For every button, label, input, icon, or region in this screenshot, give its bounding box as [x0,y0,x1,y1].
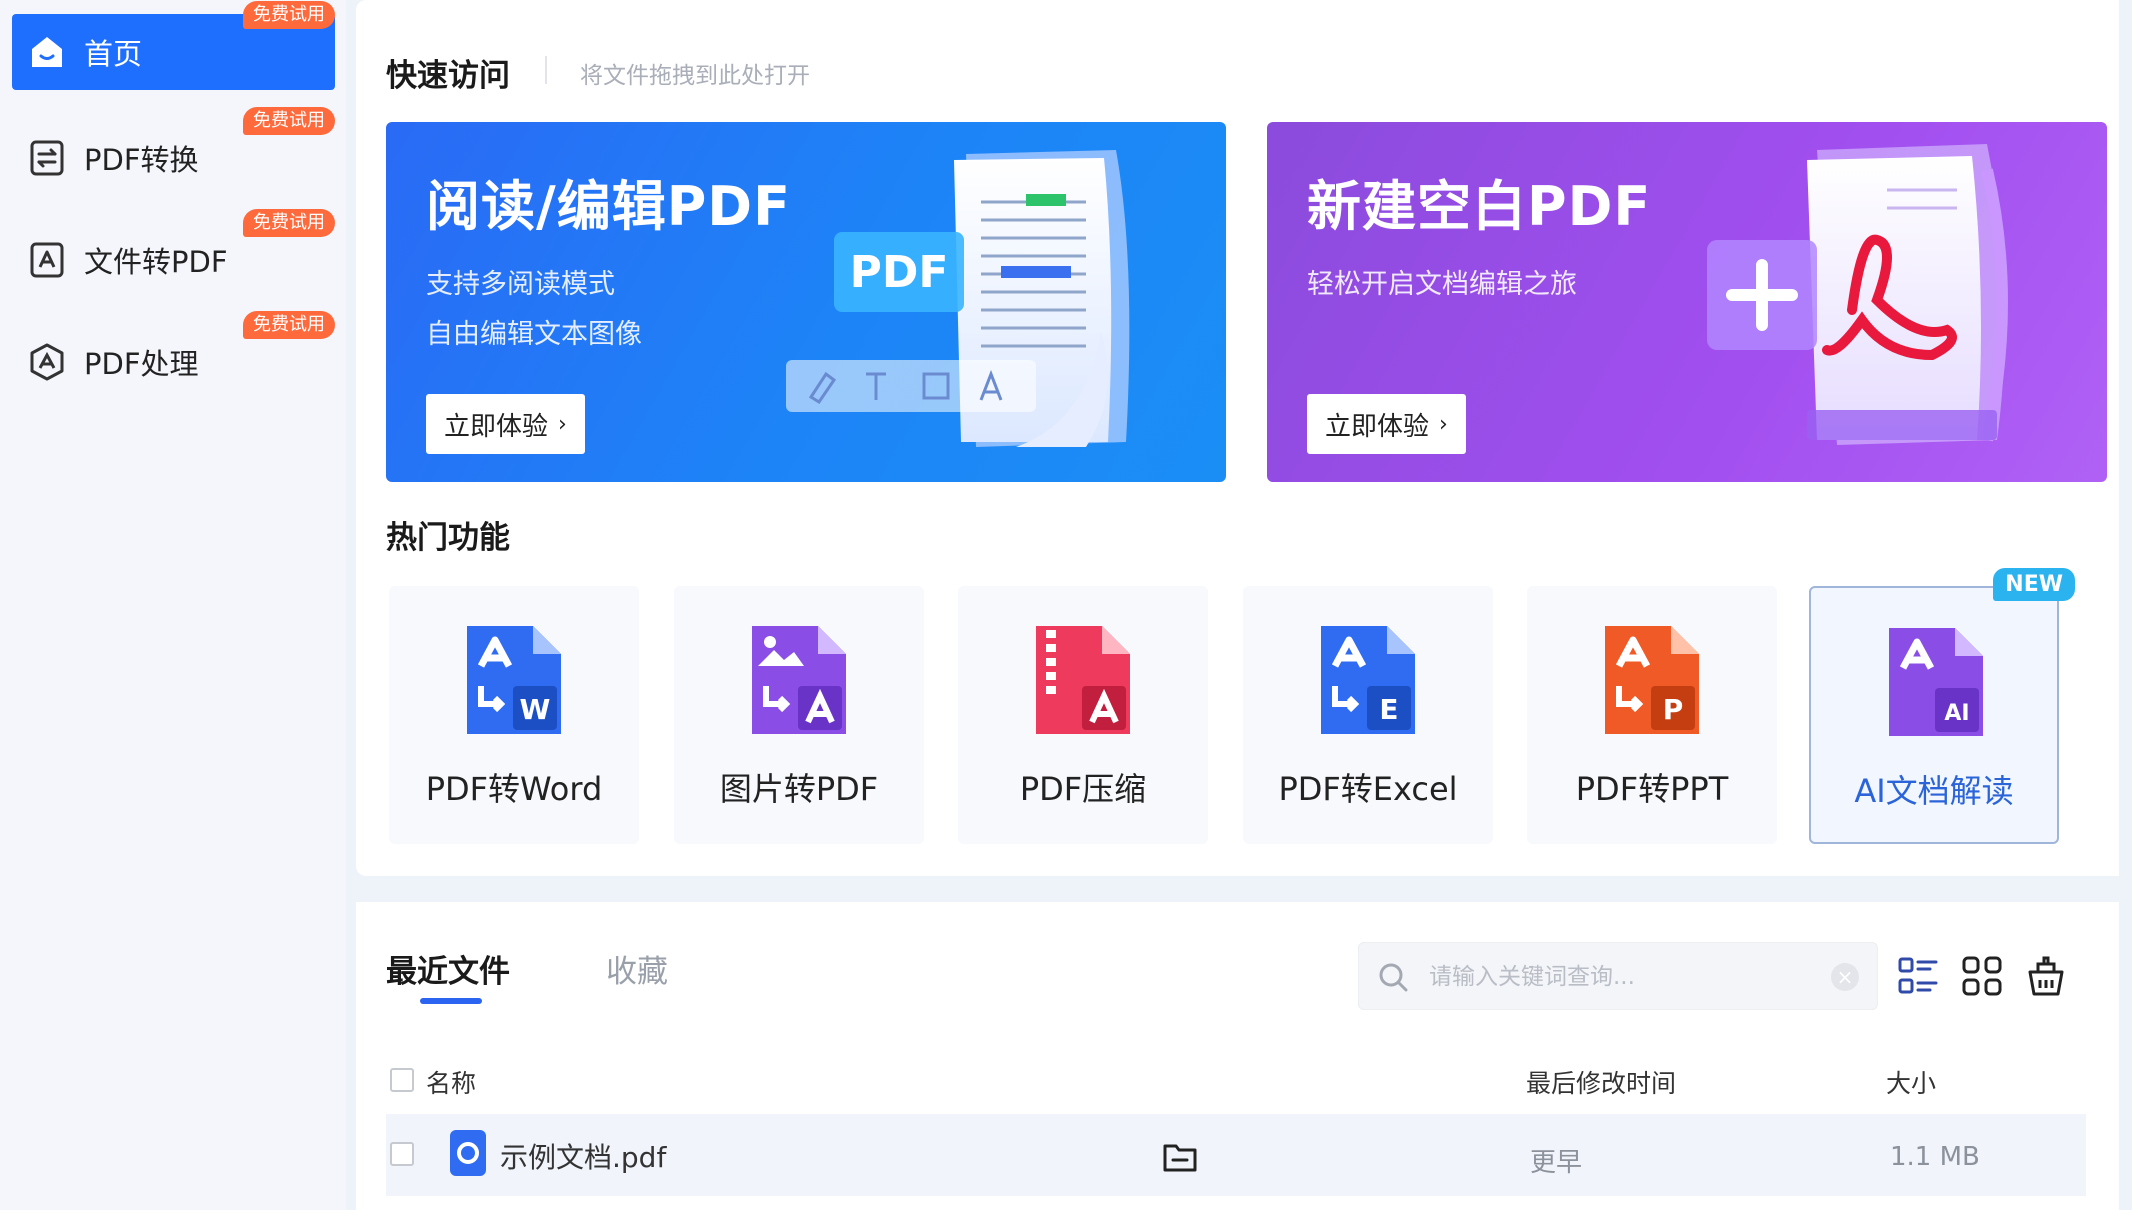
button-label: 立即体验 [1325,411,1430,442]
drop-hint: 将文件拖拽到此处打开 [580,63,810,89]
tile-icon-letter: W [520,693,551,726]
pdf-to-word-icon: W [467,626,561,734]
new-document-illustration [1707,144,2008,445]
chevron-right-icon: › [558,411,567,437]
tile-ai-doc[interactable]: NEW AI AI文档解读 [1809,568,2075,844]
column-header-size[interactable]: 大小 [1886,1064,1936,1100]
document-illustration: PDF [786,150,1130,447]
banner-subtitle: 轻松开启文档编辑之旅 [1307,269,1577,300]
title-divider [545,56,547,84]
search-icon [1379,963,1408,992]
tile-pdf-to-ppt[interactable]: P PDF转PPT [1527,586,1777,844]
tile-icon-letter: AI [1944,701,1969,726]
image-to-pdf-icon [752,626,846,734]
tile-pdf-to-word[interactable]: W PDF转Word [389,586,639,844]
list-view-icon[interactable] [1896,954,1940,998]
sidebar-item-label: 首页 [84,37,143,71]
pdf-to-excel-icon: E [1321,626,1415,734]
file-name[interactable]: 示例文档.pdf [500,1136,666,1176]
chevron-right-icon: › [1439,411,1448,437]
free-trial-badge: 免费试用 [243,1,335,29]
file-to-pdf-icon [24,237,70,283]
search-input[interactable] [1429,959,1789,995]
banner-subtitle: 自由编辑文本图像 [426,319,642,350]
sidebar: 首页 免费试用 PDF转换 免费试用 文件转PDF 免费试用 PDF处理 免费试… [0,0,346,1210]
sidebar-item-home[interactable]: 首页 免费试用 [12,1,335,90]
column-header-name[interactable]: 名称 [426,1064,476,1100]
file-size: 1.1 MB [1890,1142,1980,1172]
free-trial-badge: 免费试用 [243,311,335,339]
banner-title: 新建空白PDF [1307,175,1652,238]
convert-doc-icon [24,135,70,181]
new-blank-pdf-banner[interactable]: 新建空白PDF 轻松开启文档编辑之旅 立即体验 › [1267,122,2107,482]
free-trial-badge: 免费试用 [243,107,335,135]
sidebar-item-pdf-process[interactable]: PDF处理 免费试用 [12,311,335,400]
try-now-button[interactable]: 立即体验 › [426,394,585,454]
tile-pdf-compress[interactable]: PDF压缩 [958,586,1208,844]
pdf-to-ppt-icon: P [1605,626,1699,734]
clear-history-icon[interactable] [2024,954,2068,998]
row-checkbox[interactable] [390,1142,414,1166]
sidebar-item-label: PDF处理 [84,347,199,381]
tab-favorites[interactable]: 收藏 [606,946,668,991]
button-label: 立即体验 [444,411,549,442]
pdf-process-icon [24,339,70,385]
hot-features-title: 热门功能 [386,520,510,556]
file-modified: 更早 [1530,1148,1583,1178]
quick-access-title: 快速访问 [386,58,510,94]
pdf-file-icon [450,1130,486,1176]
active-tab-indicator [420,998,482,1004]
try-now-button[interactable]: 立即体验 › [1307,394,1466,454]
tile-pdf-to-excel[interactable]: E PDF转Excel [1243,586,1493,844]
tile-label: PDF转PPT [1575,770,1729,808]
sidebar-item-pdf-convert[interactable]: PDF转换 免费试用 [12,107,335,196]
ai-doc-icon: AI [1889,628,1983,736]
tile-label: AI文档解读 [1854,772,2014,810]
tile-label: PDF转Excel [1278,770,1458,808]
new-badge: NEW [1993,568,2075,601]
tab-recent-files[interactable]: 最近文件 [386,946,510,991]
banner-subtitle: 支持多阅读模式 [426,269,615,300]
search-box: × [1358,942,1878,1010]
sidebar-item-label: 文件转PDF [84,245,228,279]
select-all-checkbox[interactable] [390,1068,414,1092]
home-icon [24,29,70,75]
tile-icon-letter: E [1379,693,1398,726]
read-edit-pdf-banner[interactable]: 阅读/编辑PDF 支持多阅读模式 自由编辑文本图像 立即体验 › PDF [386,122,1226,482]
tile-label: 图片转PDF [719,770,879,808]
free-trial-badge: 免费试用 [243,209,335,237]
sidebar-item-file-to-pdf[interactable]: 文件转PDF 免费试用 [12,209,335,298]
column-header-modified[interactable]: 最后修改时间 [1526,1064,1676,1100]
sidebar-item-label: PDF转换 [84,143,199,177]
pdf-compress-icon [1036,626,1130,734]
tile-label: PDF转Word [425,770,603,808]
tile-image-to-pdf[interactable]: 图片转PDF [674,586,924,844]
open-folder-icon[interactable] [1162,1140,1198,1174]
clear-search-icon[interactable]: × [1831,963,1859,991]
tile-icon-letter: P [1663,693,1684,726]
pdf-art-label: PDF [850,247,949,298]
banner-title: 阅读/编辑PDF [426,175,792,238]
grid-view-icon[interactable] [1960,954,2004,998]
tile-label: PDF压缩 [1019,770,1147,808]
